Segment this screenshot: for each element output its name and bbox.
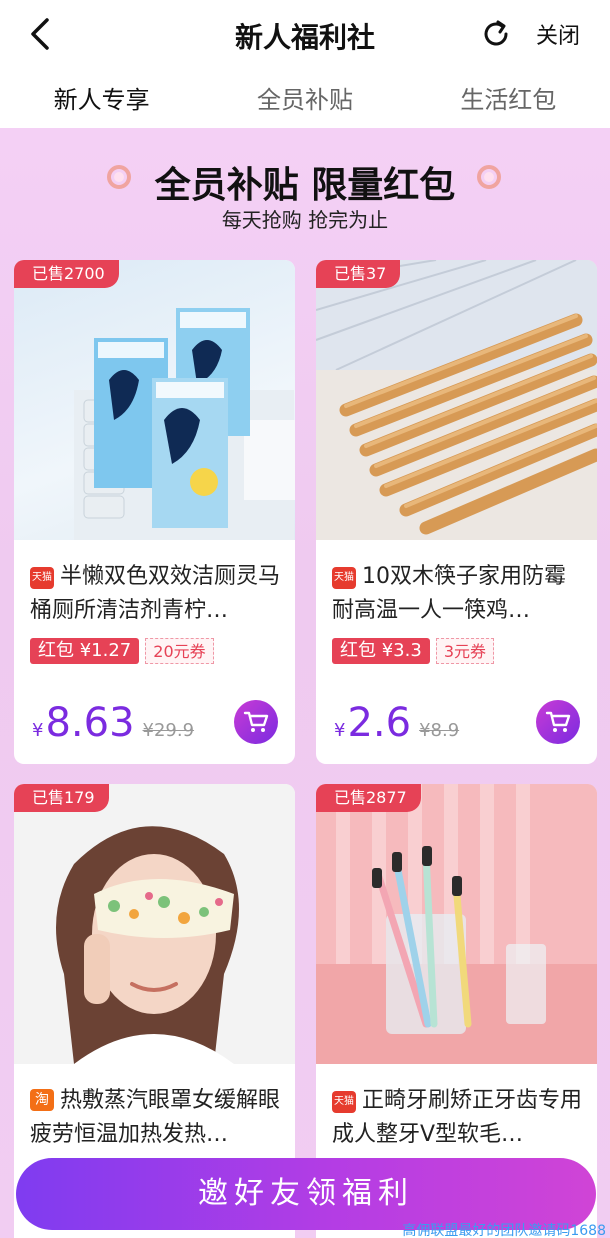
tmall-icon: 天猫 (30, 567, 54, 589)
banner-subtitle: 每天抢购 抢完为止 (221, 208, 389, 232)
product-title[interactable]: 天猫 正畸牙刷矫正牙齿专用成人整牙V型软毛… (332, 1084, 584, 1152)
original-price: ¥8.9 (419, 720, 460, 741)
toothbrush-product-image (316, 784, 597, 1064)
refresh-icon (484, 20, 508, 46)
product-title-text: 热敷蒸汽眼罩女缓解眼疲劳恒温加热发热… (30, 1088, 281, 1147)
product-title-text: 10双木筷子家用防霉耐高温一人一筷鸡… (332, 564, 566, 623)
product-title[interactable]: 淘热敷蒸汽眼罩女缓解眼疲劳恒温加热发热… (30, 1084, 282, 1152)
tab-bar: 新人专享 全员补贴 生活红包 (0, 72, 610, 128)
add-to-cart-button[interactable] (536, 700, 580, 744)
page-title: 新人福利社 (234, 21, 375, 54)
product-title[interactable]: 天猫 10双木筷子家用防霉耐高温一人一筷鸡… (332, 560, 584, 628)
watermark-text: 高佣联盟最好的团队邀请码1688 (402, 1223, 606, 1238)
tmall-icon: 天猫 (332, 567, 356, 589)
add-to-cart-button[interactable] (234, 700, 278, 744)
product-image[interactable]: 已售37 (316, 260, 597, 540)
sold-count-badge: 已售2700 (14, 260, 119, 288)
price-row: ¥ 8.63 ¥29.9 (32, 700, 194, 746)
product-title-text: 正畸牙刷矫正牙齿专用成人整牙V型软毛… (332, 1088, 583, 1147)
original-price: ¥29.9 (142, 720, 195, 741)
taobao-icon: 淘 (30, 1089, 54, 1111)
currency-symbol: ¥ (32, 720, 44, 741)
coupon-tag: 20元券 (145, 638, 214, 664)
red-packet-tag: 红包 ¥1.27 (30, 638, 140, 664)
coupon-tag: 3元券 (435, 638, 494, 664)
promo-section: 全员补贴 限量红包 每天抢购 抢完为止 已售2700 天猫 半懒双色双效洁厕灵马… (0, 128, 610, 1238)
current-price: 8.63 (45, 700, 135, 746)
cart-icon (243, 711, 269, 732)
product-image[interactable]: 已售2877 (316, 784, 597, 1064)
promo-tags: 红包 ¥3.3 3元券 (332, 638, 494, 664)
sold-count-badge: 已售179 (14, 784, 109, 812)
product-image[interactable]: 已售2700 (14, 260, 295, 540)
top-navigation-bar: 新人福利社 关闭 (0, 0, 610, 70)
close-button[interactable]: 关闭 (536, 18, 580, 50)
cart-icon (545, 711, 571, 732)
eye-mask-product-image (14, 784, 295, 1064)
price-row: ¥ 2.6 ¥8.9 (334, 700, 459, 746)
product-image[interactable]: 已售179 (14, 784, 295, 1064)
ring-decoration-icon (477, 165, 501, 189)
tab-all-member-subsidy[interactable]: 全员补贴 (203, 72, 406, 128)
product-title-text: 半懒双色双效洁厕灵马桶厕所清洁剂青柠… (30, 564, 281, 623)
product-card[interactable]: 已售2700 天猫 半懒双色双效洁厕灵马桶厕所清洁剂青柠… 红包 ¥1.27 20… (14, 260, 295, 764)
current-price: 2.6 (347, 700, 412, 746)
product-card[interactable]: 已售37 天猫 10双木筷子家用防霉耐高温一人一筷鸡… 红包 ¥3.3 3元券 ¥… (316, 260, 597, 764)
tab-life-red-packet[interactable]: 生活红包 (407, 72, 610, 128)
sold-count-badge: 已售2877 (316, 784, 421, 812)
refresh-button[interactable] (478, 16, 514, 52)
tmall-icon: 天猫 (332, 1091, 356, 1113)
promo-tags: 红包 ¥1.27 20元券 (30, 638, 214, 664)
currency-symbol: ¥ (334, 720, 346, 741)
red-packet-tag: 红包 ¥3.3 (332, 638, 430, 664)
sold-count-badge: 已售37 (316, 260, 401, 288)
toilet-cleaner-product-image (74, 308, 295, 540)
chopsticks-product-image (316, 260, 597, 540)
product-title[interactable]: 天猫 半懒双色双效洁厕灵马桶厕所清洁剂青柠… (30, 560, 282, 628)
banner-title: 全员补贴 限量红包 (154, 165, 456, 206)
tab-newcomer[interactable]: 新人专享 (0, 72, 203, 128)
